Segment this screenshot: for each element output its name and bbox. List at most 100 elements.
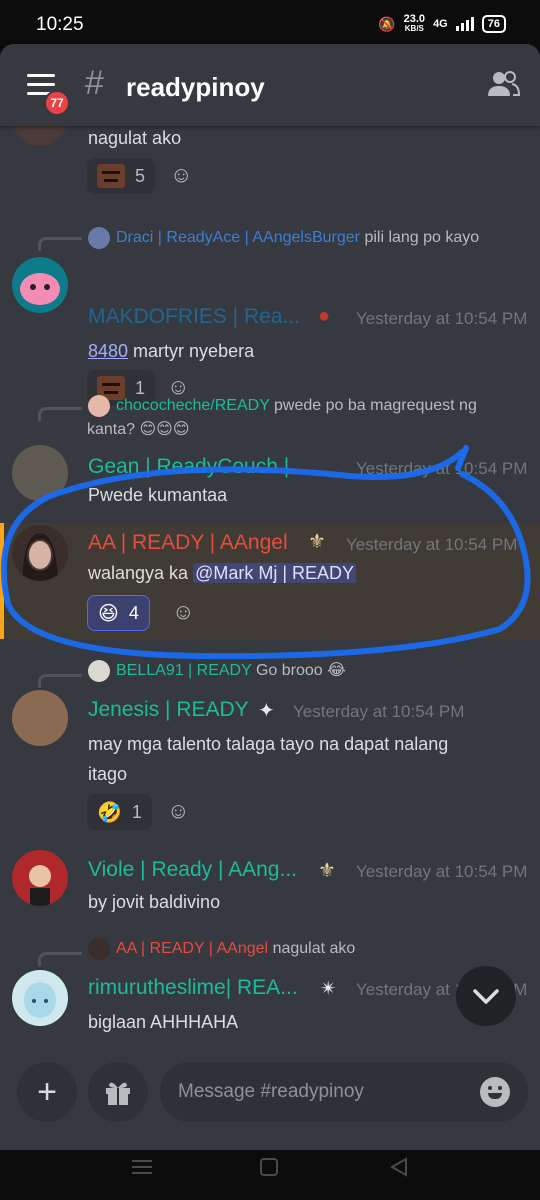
reply-preview[interactable]: chococheche/READY pwede po ba magrequest… [88,395,477,417]
gift-button[interactable] [88,1062,148,1122]
message-item[interactable]: BELLA91 | READY Go brooo 😂 Jenesis | REA… [0,656,540,836]
message-text: biglaan AHHHAHA [88,1012,239,1032]
reply-connector [38,237,82,251]
avatar[interactable] [12,970,68,1026]
message-text: 8480 martyr nyebera [88,341,254,362]
reply-avatar [88,660,110,682]
reply-author: AA | READY | AAngel [116,940,269,958]
back-icon[interactable] [388,1156,410,1178]
role-badge-icon: ✴ [320,978,337,1000]
role-badge-icon: ⚜ [308,531,326,553]
reaction-emoji: 🤣 [97,801,122,824]
chevron-down-icon [473,989,499,1004]
message-text-body: walangya ka [88,563,194,583]
timestamp: Yesterday at 10:54 PM [356,862,528,881]
role-badge-icon: ● [318,305,331,327]
system-nav-bar [0,1150,540,1200]
timestamp: Yesterday at 10:54 PM [346,535,518,554]
reply-preview[interactable]: Draci | ReadyAce | AAngelsBurger pili la… [88,227,479,249]
net-speed-unit: KB/S [404,24,424,33]
reply-text: Go brooo 😂 [255,662,346,680]
reaction-button[interactable]: 😆 4 [87,595,150,631]
members-icon[interactable] [486,68,520,102]
reply-text: nagulat ako [272,940,356,958]
reply-connector [38,952,82,966]
username[interactable]: rimurutheslime| REA... [88,976,298,1000]
avatar[interactable] [12,525,68,581]
reply-author: Draci | ReadyAce | AAngelsBurger [116,229,360,247]
reaction-button[interactable]: 5 [87,158,156,194]
channel-title[interactable]: readypinoy [126,72,265,103]
message-text: walangya ka @Mark Mj | READY [88,563,357,584]
add-reaction-icon[interactable]: ☺ [167,798,189,824]
role-badge-icon: ✦ [258,700,275,722]
net-type-label: 4G [433,18,448,30]
reply-connector [38,674,82,688]
avatar[interactable] [12,850,68,906]
message-text-rest: martyr nyebera [128,341,255,361]
message-link[interactable]: 8480 [88,341,128,361]
channel-hash-icon: # [85,64,104,102]
message-text-cont: itago [88,764,128,784]
username[interactable]: AA | READY | AAngel [88,531,288,555]
username[interactable]: Viole | Ready | AAng... [88,858,297,882]
battery-icon: 76 [481,15,506,33]
net-speed-value: 23.0 [403,13,426,25]
status-time: 10:25 [36,14,84,35]
timestamp: Yesterday at 10:54 PM [293,702,465,721]
username[interactable]: Gean | ReadyCouch | [88,455,289,479]
reply-text-cont: kanta? 😊😊😊 [87,421,190,438]
message-text: Pwede kumantaa [88,485,228,505]
message-input-box[interactable] [160,1062,528,1122]
reaction-count: 5 [135,165,146,186]
user-mention[interactable]: @Mark Mj | READY [193,563,357,583]
reaction-count: 1 [131,801,142,822]
message-item[interactable]: Draci | ReadyAce | AAngelsBurger pili la… [0,219,540,379]
timestamp: Yesterday at 10:54 PM [356,459,528,478]
avatar[interactable] [12,257,68,313]
message-item[interactable]: AA | READY | AAngel ⚜ Yesterday at 10:54… [0,523,540,639]
reply-connector [38,407,82,421]
custom-emoji-icon [97,164,125,188]
recent-apps-icon[interactable] [132,1160,152,1176]
reaction-emoji: 😆 [98,602,119,625]
emoji-picker-icon[interactable] [480,1077,510,1107]
plus-icon: + [37,1073,57,1111]
reply-preview[interactable]: BELLA91 | READY Go brooo 😂 [88,660,346,682]
reply-author: chococheche/READY [116,397,270,415]
reply-preview[interactable]: AA | READY | AAngel nagulat ako [88,938,355,960]
message-input[interactable] [178,1062,468,1122]
net-speed: 23.0 KB/S [404,14,425,34]
reply-author: BELLA91 | READY [116,662,252,680]
gift-icon [106,1082,130,1105]
message-item[interactable]: nagulat ako 5 ☺ [0,90,540,204]
reply-text: pwede po ba magrequest ng [274,397,477,415]
avatar[interactable] [12,445,68,501]
add-attachment-button[interactable]: + [17,1062,77,1122]
reply-avatar [88,938,110,960]
bell-muted-icon: 🔕 [378,15,396,32]
message-text: may mga talento talaga tayo na dapat nal… [88,734,449,754]
add-reaction-icon[interactable]: ☺ [172,599,194,625]
home-icon[interactable] [260,1158,278,1176]
role-badge-icon: ⚜ [318,860,336,882]
timestamp: Yesterday at 10:54 PM [356,309,528,328]
reply-avatar [88,227,110,249]
channel-header: 77 # readypinoy [0,44,540,126]
reaction-button[interactable]: 🤣 1 [87,794,152,830]
message-text: nagulat ako [88,128,182,148]
message-item[interactable]: chococheche/READY pwede po ba magrequest… [0,389,540,519]
reaction-count: 4 [128,602,139,623]
signal-icon [455,17,474,31]
status-bar: 10:25 🔕 23.0 KB/S 4G 76 [0,0,540,44]
add-reaction-icon[interactable]: ☺ [170,162,192,188]
reply-avatar [88,395,110,417]
username[interactable]: MAKDOFRIES | Rea... [88,305,300,329]
reply-text: pili lang po kayo [364,229,480,247]
message-text: by jovit baldivino [88,892,221,912]
message-composer: + [0,1050,540,1150]
username[interactable]: Jenesis | READY [88,698,249,722]
avatar[interactable] [12,690,68,746]
message-item[interactable]: Viole | Ready | AAng... ⚜ Yesterday at 1… [0,844,540,924]
jump-to-bottom-button[interactable] [456,966,516,1026]
